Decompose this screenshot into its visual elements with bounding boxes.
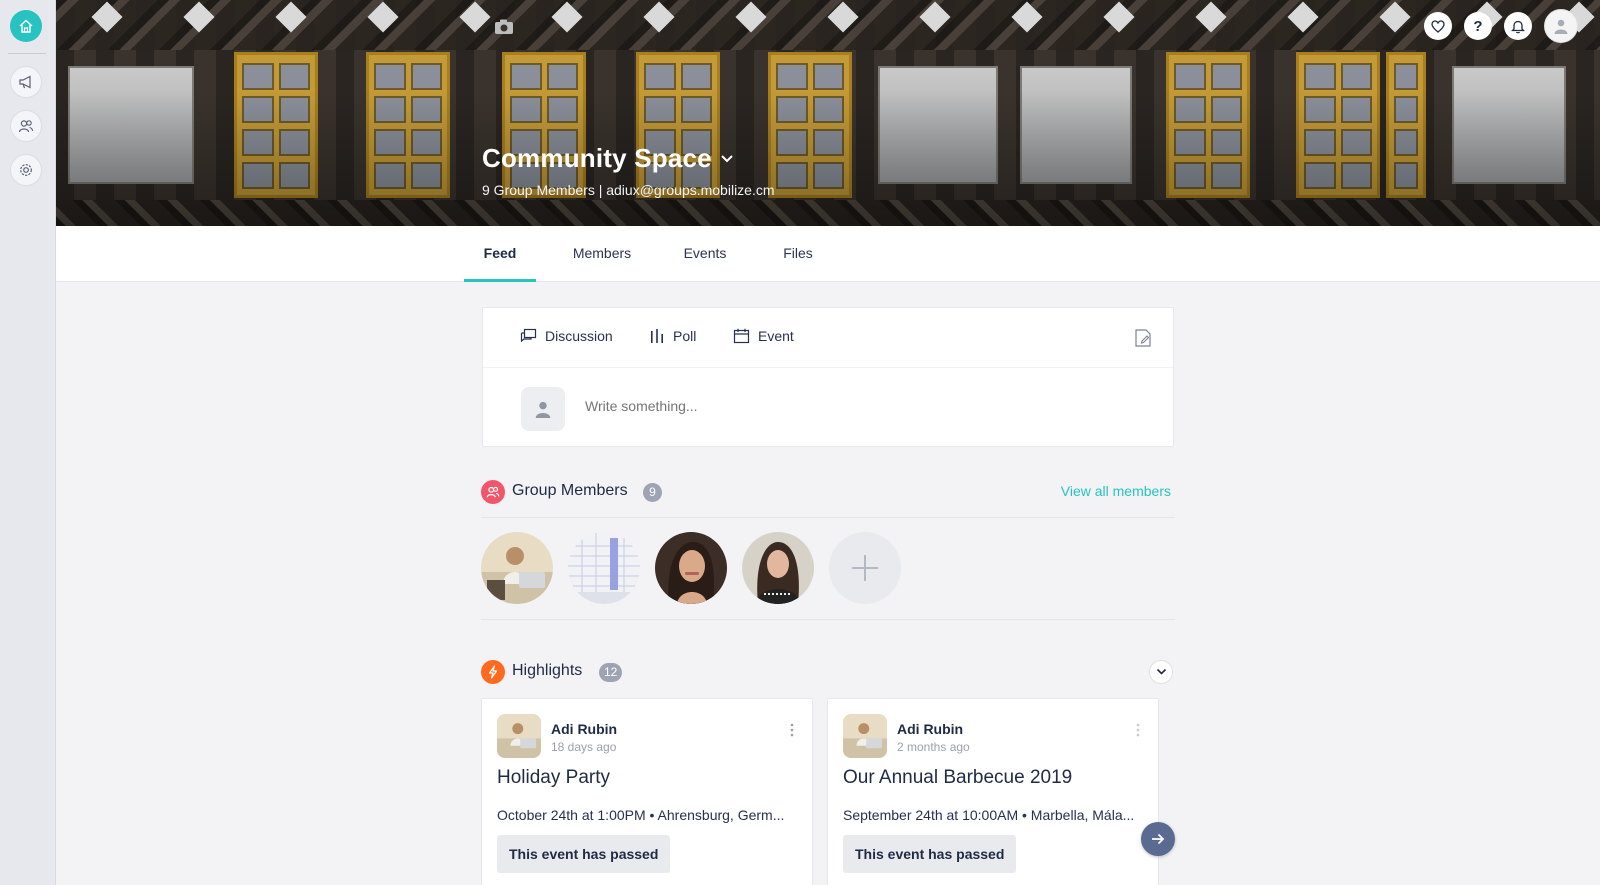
member-avatars [481, 532, 1175, 620]
tab-files-label: Files [783, 245, 813, 261]
event-title[interactable]: Our Annual Barbecue 2019 [843, 767, 1072, 789]
add-member-button[interactable] [829, 532, 901, 604]
chevron-down-icon [721, 154, 733, 162]
arrow-right-icon [1152, 833, 1165, 845]
member-avatar[interactable] [481, 532, 553, 604]
highlights-collapse-button[interactable] [1149, 660, 1173, 684]
member-avatar[interactable] [568, 532, 640, 604]
event-meta: September 24th at 10:00AM • Marbella, Má… [843, 807, 1135, 823]
user-avatar-icon [1554, 19, 1568, 34]
post-input[interactable] [585, 398, 1145, 414]
bolt-icon [488, 665, 498, 679]
event-status-badge: This event has passed [843, 835, 1017, 873]
favorites-button[interactable] [1424, 12, 1452, 40]
poll-icon [651, 329, 663, 343]
highlight-card[interactable]: Adi Rubin 18 days ago Holiday Party Octo… [481, 698, 813, 885]
author-avatar[interactable] [843, 714, 887, 758]
highlights-count-badge: 12 [599, 663, 623, 682]
group-title-text: Community Space [482, 143, 712, 173]
tab-members-label: Members [572, 245, 632, 261]
event-label: Event [758, 328, 794, 344]
discussion-button[interactable]: Discussion [520, 328, 613, 344]
more-vertical-icon [790, 723, 794, 737]
people-icon [486, 486, 500, 498]
member-avatar[interactable] [655, 532, 727, 604]
post-composer: Discussion Poll Event [482, 307, 1174, 447]
help-icon: ? [1473, 18, 1482, 34]
heart-icon [1431, 19, 1445, 33]
members-button[interactable] [10, 110, 42, 142]
draft-button[interactable] [1133, 328, 1153, 348]
group-title[interactable]: Community Space [482, 143, 734, 174]
poll-label: Poll [673, 328, 697, 344]
highlights-next-button[interactable] [1141, 822, 1175, 856]
calendar-icon [733, 328, 750, 344]
tab-files[interactable]: Files [758, 226, 838, 282]
sidebar-divider [8, 53, 46, 54]
event-button[interactable]: Event [733, 328, 794, 344]
event-meta: October 24th at 1:00PM • Ahrensburg, Ger… [497, 807, 785, 823]
tab-events-label: Events [683, 245, 727, 261]
event-title[interactable]: Holiday Party [497, 767, 610, 789]
author-name[interactable]: Adi Rubin [897, 721, 963, 737]
people-icon [18, 120, 34, 133]
change-cover-button[interactable] [494, 18, 514, 36]
help-button[interactable]: ? [1464, 12, 1492, 40]
gear-icon [20, 164, 32, 176]
group-tabs: Feed Members Events Files [56, 226, 1600, 282]
event-status-badge: This event has passed [497, 835, 671, 873]
tab-feed-label: Feed [483, 245, 517, 261]
settings-button[interactable] [10, 154, 42, 186]
members-section-icon [481, 480, 505, 504]
group-members-header: Group Members 9 View all members [481, 480, 1175, 518]
poll-button[interactable]: Poll [649, 328, 696, 344]
card-menu-button[interactable] [790, 723, 794, 737]
discussion-label: Discussion [545, 328, 613, 344]
cover-image: Community Space 9 Group Members | adiux@… [56, 0, 1600, 226]
chevron-down-icon [1156, 668, 1166, 675]
home-icon [19, 19, 33, 33]
announcements-button[interactable] [10, 66, 42, 98]
plus-icon [852, 555, 878, 581]
group-subtitle: 9 Group Members | adiux@groups.mobilize.… [482, 182, 775, 198]
composer-avatar [521, 387, 565, 431]
highlights-title: Highlights [512, 662, 583, 679]
author-name[interactable]: Adi Rubin [551, 721, 617, 737]
highlight-card[interactable]: Adi Rubin 2 months ago Our Annual Barbec… [827, 698, 1159, 885]
highlights-section-icon [481, 660, 505, 684]
tab-feed[interactable]: Feed [464, 226, 536, 282]
card-menu-button[interactable] [1136, 723, 1140, 737]
author-avatar[interactable] [497, 714, 541, 758]
members-count-badge: 9 [643, 483, 662, 502]
post-time: 18 days ago [551, 740, 617, 754]
edit-icon [1135, 329, 1151, 347]
discussion-icon [520, 328, 537, 343]
tab-events[interactable]: Events [662, 226, 748, 282]
more-vertical-icon [1136, 723, 1140, 737]
group-members-title: Group Members [512, 482, 628, 499]
home-button[interactable] [10, 10, 42, 42]
highlights-header: Highlights 12 [481, 660, 1175, 686]
post-time: 2 months ago [897, 740, 970, 754]
camera-icon [495, 19, 513, 34]
tab-members[interactable]: Members [550, 226, 654, 282]
top-icons: ? [1424, 9, 1578, 43]
user-avatar-icon [535, 401, 551, 418]
composer-actions: Discussion Poll Event [483, 308, 1173, 368]
svg-text:?: ? [1473, 18, 1482, 34]
megaphone-icon [19, 75, 31, 89]
user-menu-button[interactable] [1544, 9, 1578, 43]
left-sidebar [0, 0, 56, 885]
bell-icon [1511, 20, 1525, 33]
view-all-members-link[interactable]: View all members [1061, 483, 1171, 499]
notifications-button[interactable] [1504, 12, 1532, 40]
member-avatar[interactable] [742, 532, 814, 604]
cover-shade [56, 0, 1600, 226]
